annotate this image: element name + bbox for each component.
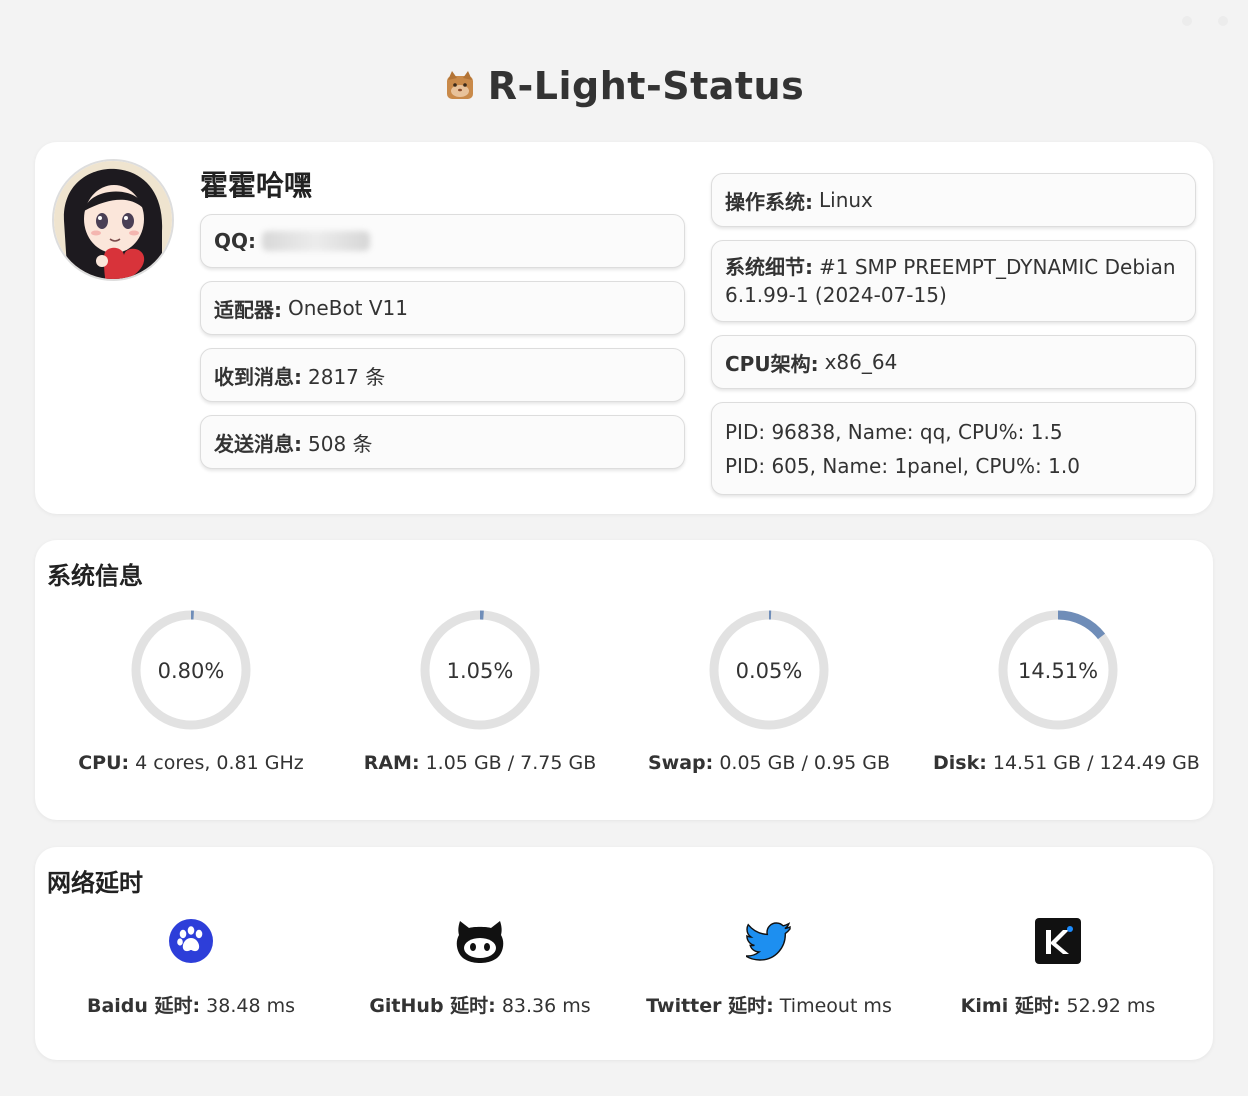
disk-gauge: 14.51% Disk: 14.51 GB / 124.49 GB bbox=[933, 608, 1200, 774]
twitter-bird-icon bbox=[743, 915, 795, 967]
gauge-percent: 0.80% bbox=[158, 659, 225, 683]
adapter-value: OneBot V11 bbox=[288, 296, 409, 320]
network-value: Timeout ms bbox=[779, 995, 892, 1017]
gauge-label: RAM: bbox=[363, 752, 420, 774]
os-label: 操作系统: bbox=[725, 189, 813, 214]
gauge-caption: Swap: 0.05 GB / 0.95 GB bbox=[644, 752, 894, 774]
gauge-caption: CPU: 4 cores, 0.81 GHz bbox=[66, 752, 316, 774]
gauge-percent: 14.51% bbox=[1018, 659, 1098, 683]
network-label: Kimi 延时: bbox=[960, 995, 1061, 1017]
sent-messages-field: 发送消息: 508 条 bbox=[200, 415, 685, 469]
ram-gauge: 1.05% RAM: 1.05 GB / 7.75 GB bbox=[355, 608, 605, 774]
gauge-label: Disk: bbox=[933, 752, 987, 774]
section-title: 系统信息 bbox=[47, 562, 143, 590]
anime-girl-avatar bbox=[54, 161, 172, 279]
profile-card: 霍霍哈嘿 QQ: 适配器: OneBot V11 收到消息: 2817 条 发送… bbox=[35, 142, 1213, 514]
process-list: PID: 96838, Name: qq, CPU%: 1.5 PID: 605… bbox=[711, 402, 1196, 495]
window-controls bbox=[1182, 16, 1228, 26]
network-item-kimi: Kimi 延时: 52.92 ms bbox=[923, 915, 1193, 1018]
sent-label: 发送消息: bbox=[214, 431, 302, 456]
network-item-baidu: Baidu 延时: 38.48 ms bbox=[56, 915, 326, 1018]
gauge-ring: 14.51% bbox=[998, 610, 1118, 730]
kernel-label: 系统细节: bbox=[725, 255, 813, 279]
gauge-label: CPU: bbox=[78, 752, 130, 774]
username: 霍霍哈嘿 bbox=[200, 169, 313, 202]
process-item: PID: 605, Name: 1panel, CPU%: 1.0 bbox=[725, 453, 1080, 478]
network-caption: GitHub 延时: 83.36 ms bbox=[345, 991, 615, 1018]
arch-field: CPU架构: x86_64 bbox=[711, 335, 1196, 389]
gauge-ring: 0.05% bbox=[709, 610, 829, 730]
gauge-percent: 0.05% bbox=[736, 659, 803, 683]
cpu-gauge: 0.80% CPU: 4 cores, 0.81 GHz bbox=[66, 608, 316, 774]
gauge-caption: Disk: 14.51 GB / 124.49 GB bbox=[933, 752, 1200, 774]
qq-label: QQ: bbox=[214, 229, 257, 253]
github-octocat-icon bbox=[454, 915, 506, 967]
network-label: Twitter 延时: bbox=[646, 995, 774, 1017]
gauge-ring: 1.05% bbox=[420, 610, 540, 730]
network-latency-card: 网络延时 Baidu 延时: 38.48 ms GitHub 延时: 83.36… bbox=[35, 847, 1213, 1060]
arch-label: CPU架构: bbox=[725, 351, 819, 376]
baidu-paw-icon bbox=[165, 915, 217, 967]
gauge-ring: 0.80% bbox=[131, 610, 251, 730]
process-item: PID: 96838, Name: qq, CPU%: 1.5 bbox=[725, 419, 1063, 444]
network-label: Baidu 延时: bbox=[86, 995, 201, 1017]
network-caption: Twitter 延时: Timeout ms bbox=[634, 991, 904, 1018]
section-title: 网络延时 bbox=[47, 869, 143, 897]
sent-value: 508 条 bbox=[308, 431, 373, 456]
gauge-caption: RAM: 1.05 GB / 7.75 GB bbox=[355, 752, 605, 774]
network-caption: Baidu 延时: 38.48 ms bbox=[56, 991, 326, 1018]
swap-gauge: 0.05% Swap: 0.05 GB / 0.95 GB bbox=[644, 608, 894, 774]
gauge-value: 0.05 GB / 0.95 GB bbox=[719, 752, 890, 774]
network-item-twitter: Twitter 延时: Timeout ms bbox=[634, 915, 904, 1018]
network-value: 52.92 ms bbox=[1066, 995, 1156, 1017]
cat-face-icon bbox=[446, 71, 473, 99]
page-title: R-Light-Status bbox=[487, 64, 805, 108]
kimi-k-icon bbox=[1032, 915, 1084, 967]
received-messages-field: 收到消息: 2817 条 bbox=[200, 348, 685, 402]
os-value: Linux bbox=[819, 188, 873, 212]
adapter-label: 适配器: bbox=[214, 297, 282, 322]
window-control-dot[interactable] bbox=[1218, 16, 1228, 26]
qq-field: QQ: bbox=[200, 214, 685, 268]
kernel-field: 系统细节: #1 SMP PREEMPT_DYNAMIC Debian 6.1.9… bbox=[711, 240, 1196, 322]
avatar bbox=[52, 159, 174, 281]
received-label: 收到消息: bbox=[214, 364, 302, 389]
page-header: R-Light-Status bbox=[0, 64, 1248, 108]
os-field: 操作系统: Linux bbox=[711, 173, 1196, 227]
gauge-value: 4 cores, 0.81 GHz bbox=[135, 752, 304, 774]
gauge-value: 14.51 GB / 124.49 GB bbox=[992, 752, 1200, 774]
received-value: 2817 条 bbox=[308, 364, 386, 389]
qq-value-redacted bbox=[262, 231, 371, 251]
network-item-github: GitHub 延时: 83.36 ms bbox=[345, 915, 615, 1018]
adapter-field: 适配器: OneBot V11 bbox=[200, 281, 685, 335]
gauge-value: 1.05 GB / 7.75 GB bbox=[425, 752, 597, 774]
network-caption: Kimi 延时: 52.92 ms bbox=[923, 991, 1193, 1018]
network-value: 83.36 ms bbox=[501, 995, 591, 1017]
window-control-dot[interactable] bbox=[1182, 16, 1192, 26]
arch-value: x86_64 bbox=[824, 350, 898, 374]
gauge-label: Swap: bbox=[648, 752, 714, 774]
network-value: 38.48 ms bbox=[206, 995, 296, 1017]
network-label: GitHub 延时: bbox=[369, 995, 496, 1017]
gauge-percent: 1.05% bbox=[447, 659, 514, 683]
system-info-card: 系统信息 0.80% CPU: 4 cores, 0.81 GHz 1.05% … bbox=[35, 540, 1213, 820]
